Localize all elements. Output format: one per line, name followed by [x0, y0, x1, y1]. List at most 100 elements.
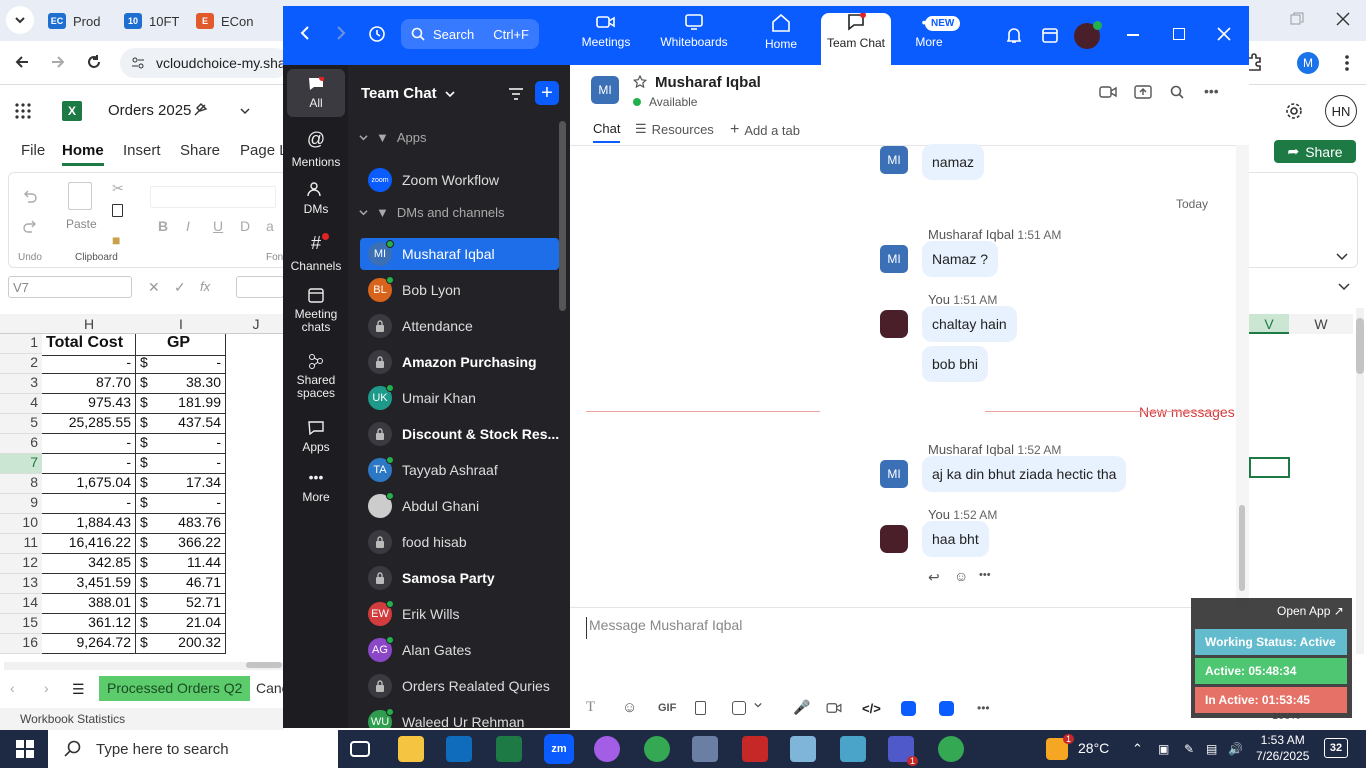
cell-i[interactable]: 366.22 — [136, 534, 226, 554]
back-icon[interactable] — [299, 26, 311, 40]
screenshot-icon[interactable] — [732, 701, 746, 715]
list-item[interactable]: TA Tayyab Ashraaf — [360, 454, 559, 486]
row-number[interactable]: 15 — [0, 614, 42, 634]
reply-icon[interactable]: ↩ — [928, 569, 940, 586]
cell-i[interactable]: 437.54 — [136, 414, 226, 434]
zoom-search[interactable]: Search Ctrl+F — [401, 19, 539, 49]
list-item[interactable]: EW Erik Wills — [360, 598, 559, 630]
code-snippet-icon[interactable]: </> — [862, 701, 881, 716]
message-bubble[interactable]: haa bht — [922, 521, 989, 557]
rail-dms[interactable]: DMs — [287, 181, 345, 216]
rail-mentions[interactable]: @ Mentions — [287, 129, 345, 169]
copy-icon[interactable] — [112, 204, 123, 217]
italic-icon[interactable]: I — [186, 218, 190, 234]
cell-h[interactable]: 87.70 — [42, 374, 136, 394]
zoom-profile-avatar[interactable] — [1074, 21, 1102, 49]
back-icon[interactable] — [14, 54, 30, 70]
notifications-bell-icon[interactable] — [1005, 26, 1023, 44]
cell-i[interactable]: 21.04 — [136, 614, 226, 634]
message-bubble[interactable]: chaltay hain — [922, 306, 1017, 342]
weather-icon[interactable]: 1 — [1046, 734, 1074, 760]
row-number[interactable]: 16 — [0, 634, 42, 654]
cut-icon[interactable]: ✂ — [112, 180, 124, 197]
cell-i[interactable]: - — [136, 454, 226, 474]
profile-avatar[interactable]: M — [1297, 52, 1319, 74]
section-dms-channels[interactable]: ▼ DMs and channels — [359, 205, 505, 220]
list-item[interactable]: Samosa Party — [360, 562, 559, 594]
accept-formula-icon[interactable]: ✓ — [174, 279, 186, 296]
rail-apps[interactable]: Apps — [287, 421, 345, 454]
cell-h[interactable]: - — [42, 454, 136, 474]
row-number[interactable]: 1 — [0, 334, 42, 354]
sender-avatar[interactable]: MI — [880, 146, 908, 174]
tab-chat[interactable]: Chat — [593, 121, 621, 143]
file-explorer-icon[interactable] — [398, 736, 424, 762]
row-number[interactable]: 4 — [0, 394, 42, 414]
cell-h[interactable]: 25,285.55 — [42, 414, 136, 434]
rail-meeting-chats[interactable]: Meeting chats — [287, 287, 345, 334]
list-item-zoom-workflow[interactable]: zoom Zoom Workflow — [360, 164, 559, 196]
star-icon[interactable] — [633, 75, 647, 89]
next-sheet-icon[interactable]: › — [44, 680, 49, 696]
row-number[interactable]: 5 — [0, 414, 42, 434]
list-item[interactable]: UK Umair Khan — [360, 382, 559, 414]
pin-icon[interactable] — [192, 102, 208, 118]
pen-icon[interactable]: ✎ — [1184, 742, 1194, 756]
share-button[interactable]: ➦ Share — [1274, 140, 1356, 163]
rail-all[interactable]: All — [287, 69, 345, 117]
menu-share[interactable]: Share — [180, 142, 220, 159]
minimize-icon[interactable] — [1127, 34, 1139, 36]
app-icon[interactable] — [840, 736, 866, 762]
chrome-icon[interactable] — [938, 736, 964, 762]
sender-avatar[interactable]: MI — [880, 460, 908, 488]
task-view-icon[interactable] — [350, 741, 370, 757]
cell-h[interactable]: - — [42, 494, 136, 514]
clock[interactable]: 1:53 AM 7/26/2025 — [1256, 732, 1309, 764]
function-icon[interactable]: fx — [200, 279, 210, 294]
new-chat-plus-icon[interactable]: + — [535, 81, 559, 105]
undo-icon[interactable] — [22, 188, 38, 204]
video-message-icon[interactable] — [826, 702, 842, 714]
maximize-icon[interactable] — [1173, 28, 1185, 40]
nav-meetings[interactable]: Meetings — [566, 14, 646, 62]
cancel-formula-icon[interactable]: ✕ — [148, 279, 160, 296]
message-composer[interactable]: Message Musharaf Iqbal — [586, 617, 1186, 639]
search-chat-icon[interactable] — [1170, 85, 1184, 99]
sheet-horizontal-scrollbar[interactable] — [4, 662, 284, 670]
row-number[interactable]: 12 — [0, 554, 42, 574]
section-apps[interactable]: ▼ Apps — [359, 130, 427, 145]
list-item[interactable]: Amazon Purchasing — [360, 346, 559, 378]
document-title[interactable]: Orders 2025 — [108, 102, 191, 119]
my-avatar[interactable] — [880, 525, 908, 553]
cell-h[interactable]: 361.12 — [42, 614, 136, 634]
chat-more-icon[interactable]: ••• — [1204, 83, 1219, 99]
rail-more[interactable]: ••• More — [287, 469, 345, 504]
cell-i[interactable]: 52.71 — [136, 594, 226, 614]
filezilla-icon[interactable] — [742, 736, 768, 762]
cell-h[interactable]: 16,416.22 — [42, 534, 136, 554]
my-avatar[interactable] — [880, 310, 908, 338]
row-number[interactable]: 2 — [0, 354, 42, 374]
notifications-icon[interactable]: 32 — [1324, 738, 1348, 758]
close-window-icon[interactable] — [1336, 12, 1350, 26]
tab-list-dropdown[interactable] — [6, 6, 34, 34]
forward-icon[interactable] — [335, 26, 347, 40]
file-icon[interactable] — [695, 701, 706, 715]
calendar-icon[interactable] — [1041, 26, 1059, 44]
settings-gear-icon[interactable] — [1284, 101, 1304, 121]
row-number[interactable]: 7 — [0, 454, 42, 474]
tab-add[interactable]: + Add a tab — [730, 121, 800, 139]
list-item[interactable]: Orders Realated Quries — [360, 670, 559, 702]
selected-cell-v7[interactable] — [1249, 457, 1290, 478]
list-item[interactable]: BL Bob Lyon — [360, 274, 559, 306]
list-item[interactable]: food hisab — [360, 526, 559, 558]
row-number[interactable]: 11 — [0, 534, 42, 554]
composer-more-icon[interactable]: ••• — [977, 701, 990, 715]
row-number[interactable]: 6 — [0, 434, 42, 454]
cell-h[interactable]: 1,884.43 — [42, 514, 136, 534]
list-scrollbar[interactable] — [559, 121, 566, 311]
column-w-header[interactable]: W — [1289, 314, 1353, 334]
excel-taskbar-icon[interactable] — [496, 736, 522, 762]
sender-avatar[interactable]: MI — [880, 245, 908, 273]
wifi-icon[interactable]: ▤ — [1206, 742, 1217, 756]
